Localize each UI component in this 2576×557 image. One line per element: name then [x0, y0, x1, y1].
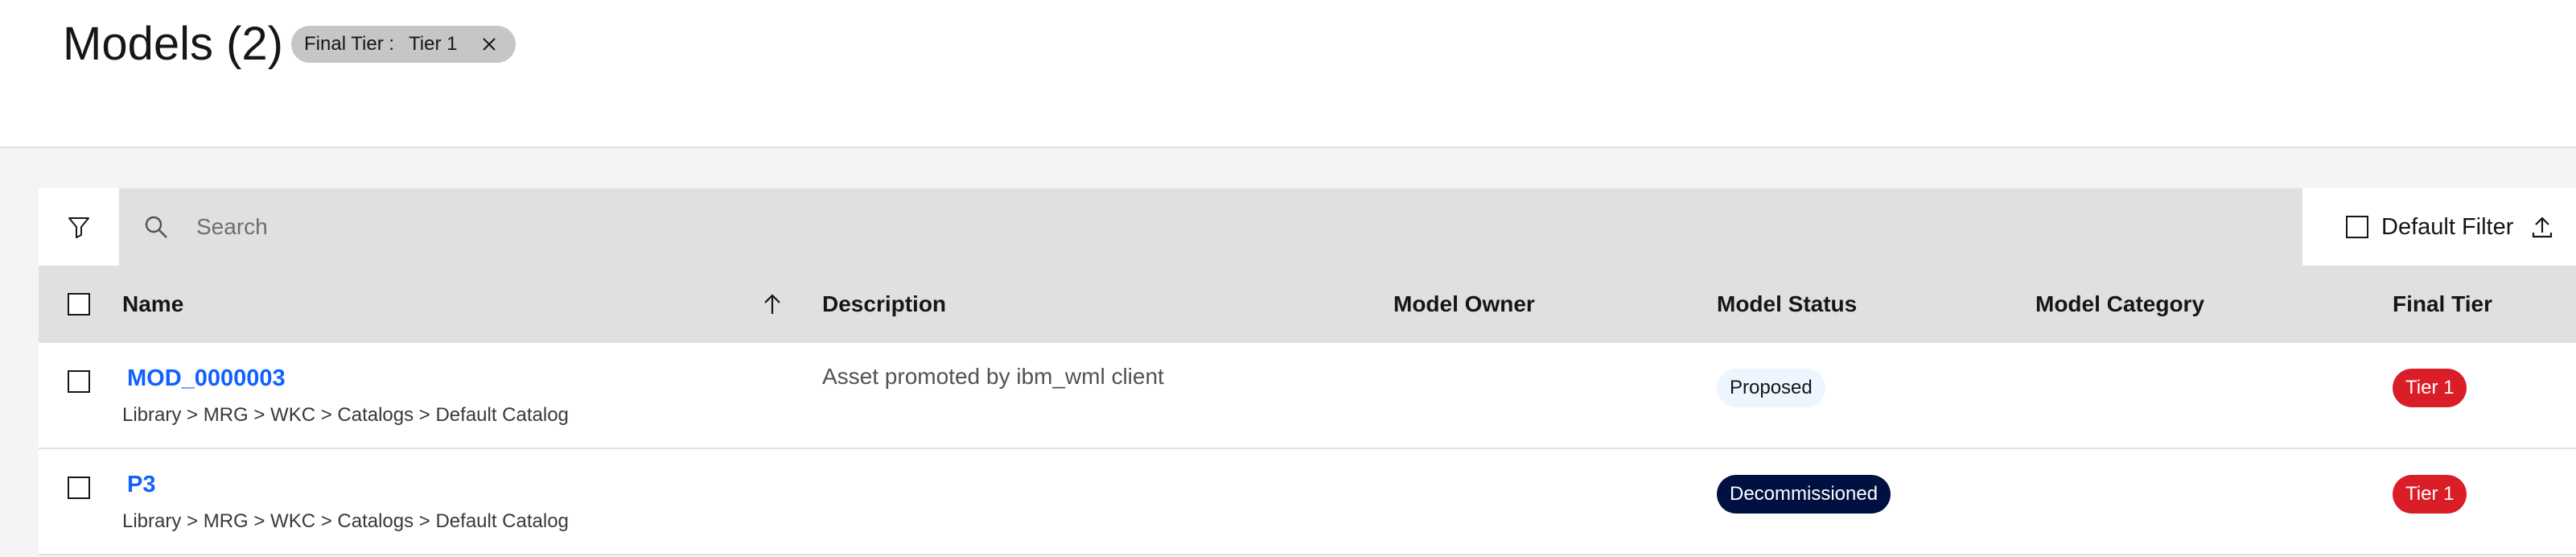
model-path: Library > MRG > WKC > Catalogs > Default…: [122, 510, 569, 532]
column-header-status[interactable]: Model Status: [1717, 266, 1857, 343]
page-title: Models (2): [63, 18, 283, 70]
model-path: Library > MRG > WKC > Catalogs > Default…: [122, 404, 569, 426]
default-filter-label: Default Filter: [2381, 213, 2514, 240]
search-icon: [145, 216, 167, 238]
select-all-checkbox[interactable]: [68, 293, 90, 316]
status-badge: Decommissioned: [1717, 475, 1891, 514]
tier-badge: Tier 1: [2393, 475, 2467, 514]
upload-button[interactable]: [2508, 188, 2576, 266]
models-table: Name Description Model Owner Model Statu…: [39, 266, 2576, 555]
arrow-up-icon[interactable]: [763, 293, 782, 316]
default-filter-checkbox[interactable]: [2346, 216, 2368, 238]
column-header-category[interactable]: Model Category: [2035, 266, 2204, 343]
active-filter-tag: Final Tier : Tier 1: [291, 26, 516, 63]
filter-tag-value: Tier 1: [409, 33, 458, 55]
column-header-name[interactable]: Name: [122, 266, 822, 343]
column-header-tier[interactable]: Final Tier: [2393, 266, 2492, 343]
table-header: Name Description Model Owner Model Statu…: [39, 266, 2576, 343]
column-header-description[interactable]: Description: [822, 266, 946, 343]
table-toolbar: Default Filter: [39, 188, 2576, 266]
filter-button[interactable]: [39, 188, 119, 266]
filter-icon: [68, 217, 89, 238]
search-bar: [119, 188, 2302, 266]
model-name-link[interactable]: P3: [127, 472, 155, 498]
filter-tag-key: Final Tier :: [304, 33, 395, 55]
row-checkbox[interactable]: [68, 370, 90, 393]
column-header-owner[interactable]: Model Owner: [1393, 266, 1535, 343]
search-input[interactable]: [196, 188, 2272, 266]
column-label-name: Name: [122, 291, 184, 316]
row-checkbox[interactable]: [68, 477, 90, 499]
tier-badge: Tier 1: [2393, 369, 2467, 407]
page-header: Models (2) Final Tier : Tier 1: [0, 0, 2576, 148]
model-description: Asset promoted by ibm_wml client: [822, 364, 1164, 389]
status-badge: Proposed: [1717, 369, 1825, 407]
default-filter-toggle[interactable]: Default Filter: [2307, 188, 2513, 266]
table-row[interactable]: MOD_0000003 Library > MRG > WKC > Catalo…: [39, 343, 2576, 449]
model-name-link[interactable]: MOD_0000003: [127, 365, 286, 392]
upload-icon: [2532, 217, 2553, 238]
close-icon[interactable]: [480, 35, 498, 53]
table-row[interactable]: P3 Library > MRG > WKC > Catalogs > Defa…: [39, 449, 2576, 555]
main-content: Default Filter Name Description Model Ow…: [0, 148, 2576, 557]
